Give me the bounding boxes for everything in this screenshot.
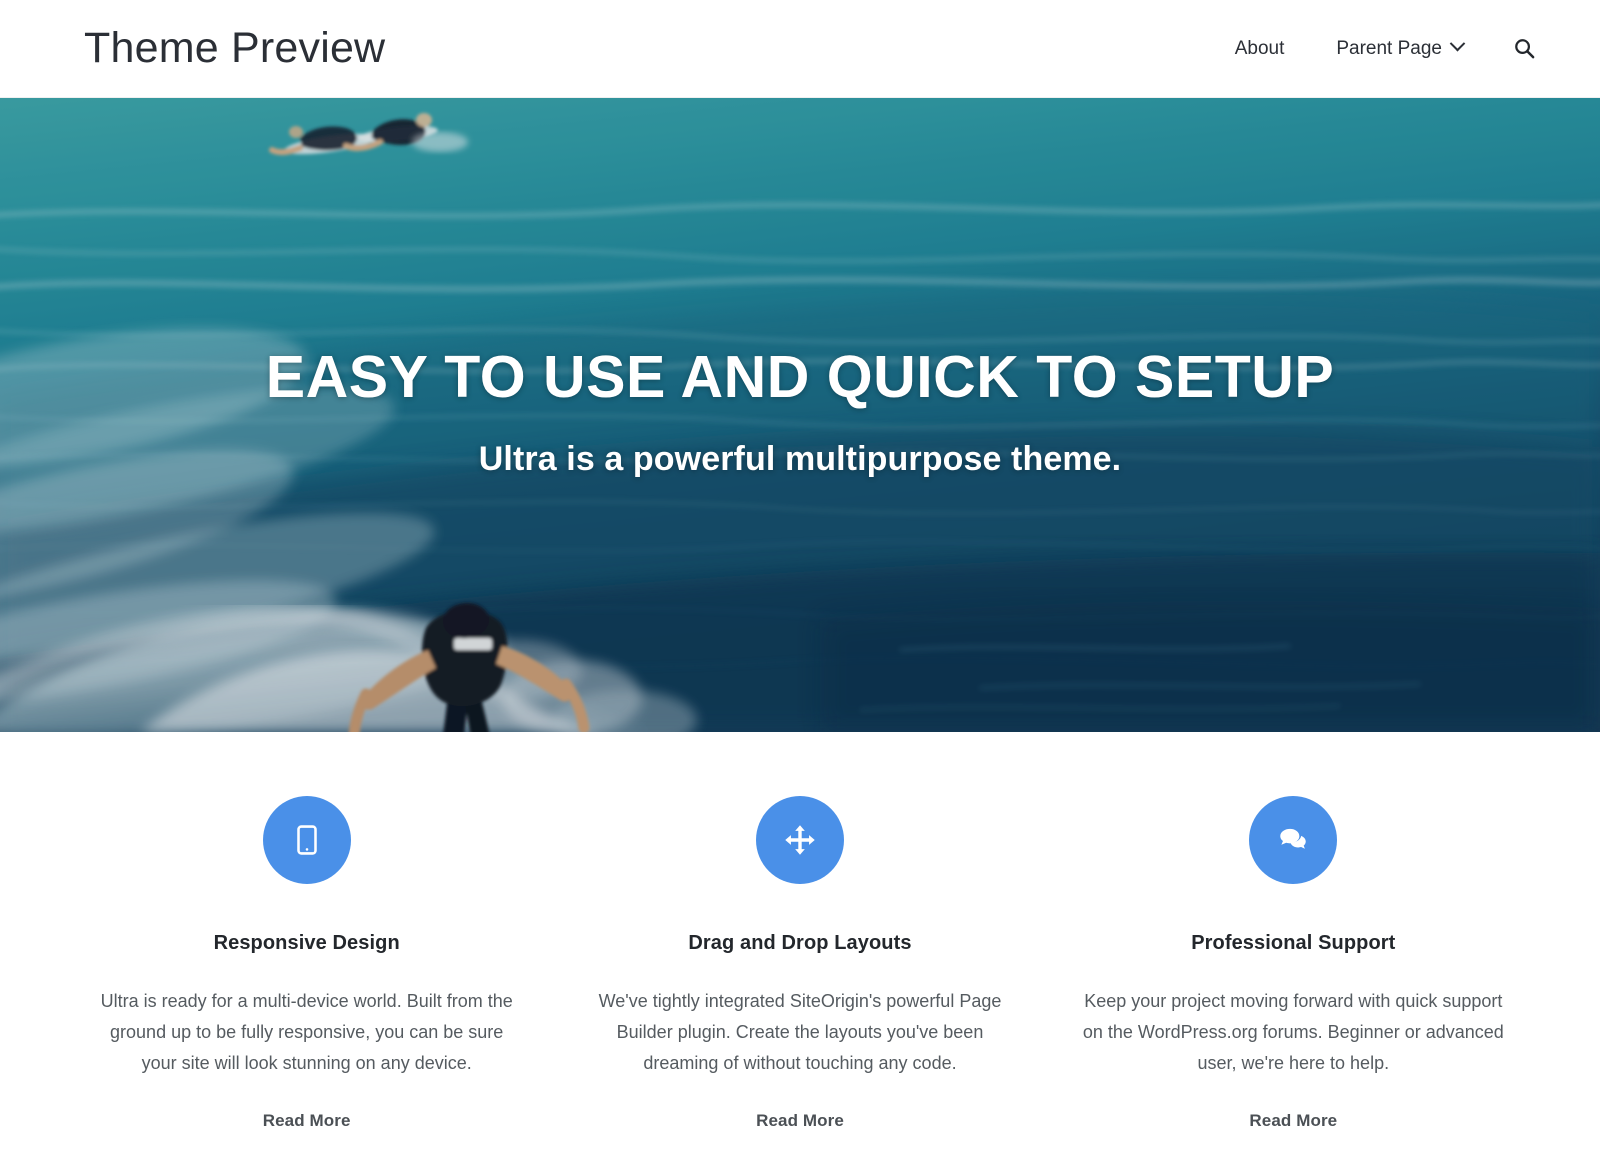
feature-icon-circle [755,796,844,884]
site-title[interactable]: Theme Preview [84,27,385,70]
feature-title: Professional Support [1191,932,1396,954]
search-toggle-button[interactable] [1489,37,1552,60]
nav-item-about[interactable]: About [1209,38,1311,60]
feature-icon-circle [262,796,351,884]
main-navigation: About Parent Page [1209,35,1552,60]
read-more-link[interactable]: Read More [263,1111,351,1131]
read-more-link[interactable]: Read More [1249,1111,1337,1131]
hero-subtitle: Ultra is a powerful multipurpose theme. [478,439,1122,478]
nav-item-label: Parent Page [1336,37,1442,59]
feature-icon-circle [1249,796,1338,884]
search-icon [1515,39,1535,59]
features-section: Responsive Design Ultra is ready for a m… [0,732,1600,1131]
nav-item-label: About [1234,37,1285,59]
tablet-icon [296,825,317,855]
feature-title: Responsive Design [213,932,400,954]
comments-icon [1280,828,1307,849]
chevron-down-icon [1449,35,1466,52]
feature-description: Keep your project moving forward with qu… [1082,991,1504,1073]
read-more-link[interactable]: Read More [756,1111,844,1131]
feature-card-professional-support: Professional Support Keep your project m… [1047,796,1540,1131]
hero-content: EASY TO USE AND QUICK TO SETUP Ultra is … [0,344,1600,479]
move-arrows-icon [785,825,815,855]
hero-banner: EASY TO USE AND QUICK TO SETUP Ultra is … [0,98,1600,732]
hero-title: EASY TO USE AND QUICK TO SETUP [265,344,1335,410]
site-header: Theme Preview About Parent Page [0,0,1600,98]
feature-card-responsive-design: Responsive Design Ultra is ready for a m… [60,796,553,1131]
feature-card-drag-and-drop-layouts: Drag and Drop Layouts We've tightly inte… [553,796,1046,1131]
feature-title: Drag and Drop Layouts [688,932,912,954]
feature-description: Ultra is ready for a multi-device world.… [100,991,513,1073]
nav-item-parent-page[interactable]: Parent Page [1310,35,1489,60]
feature-description: We've tightly integrated SiteOrigin's po… [598,991,1002,1073]
